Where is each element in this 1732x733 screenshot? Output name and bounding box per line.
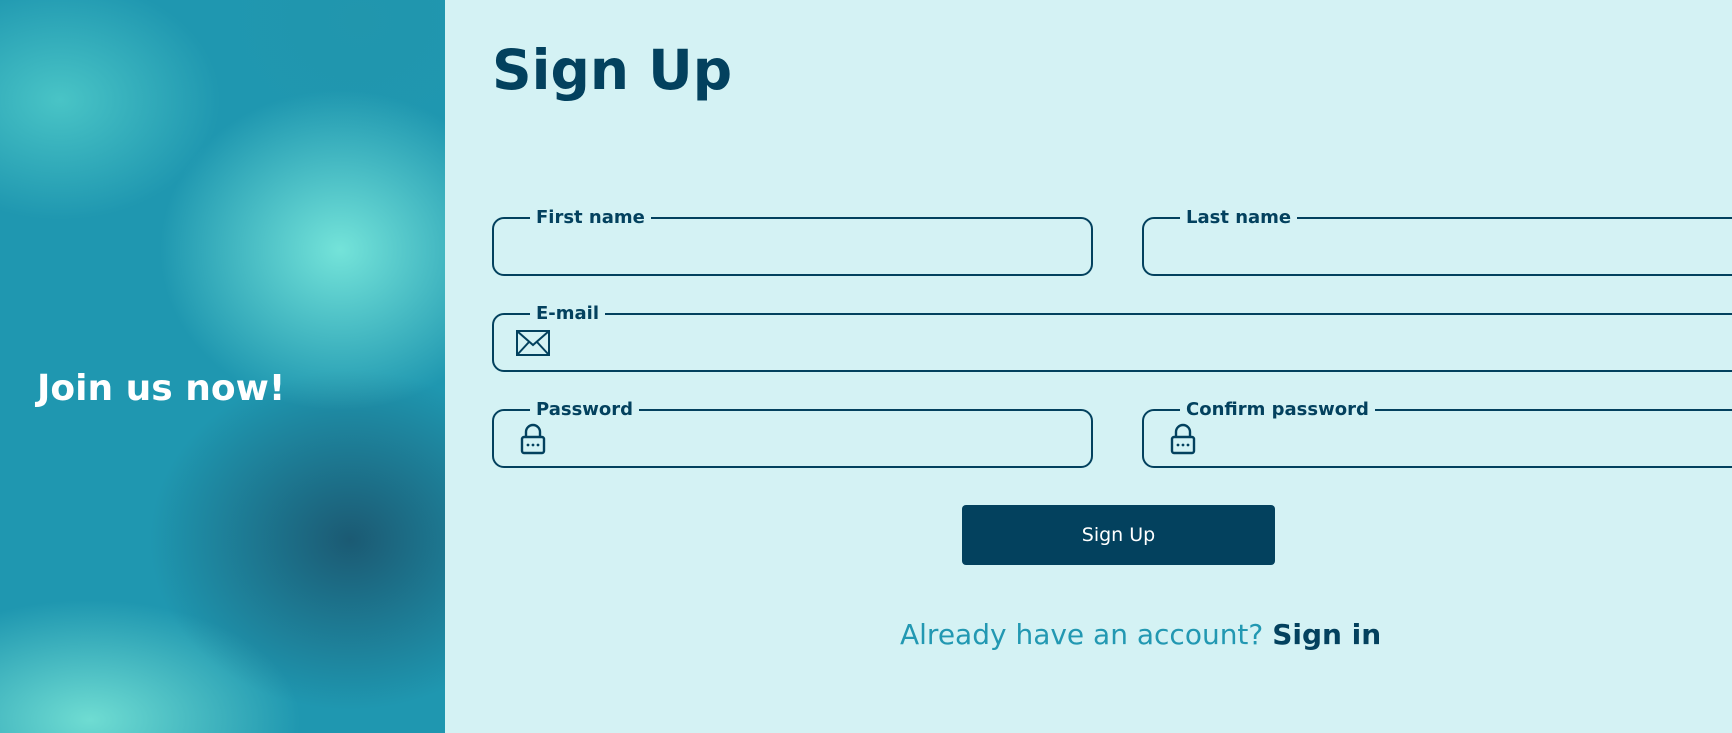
confirm-password-label: Confirm password [1180, 398, 1375, 422]
first-name-label: First name [530, 206, 651, 230]
signin-row: Already have an account? Sign in [900, 618, 1381, 651]
email-label: E-mail [530, 302, 606, 326]
confirm-password-input[interactable] [1204, 423, 1732, 455]
email-field[interactable]: E-mail [492, 302, 1732, 372]
signin-prompt: Already have an account? [900, 618, 1264, 651]
password-input[interactable] [554, 423, 1077, 455]
confirm-password-field[interactable]: Confirm password [1142, 398, 1732, 468]
hero-headline: Join us now! [37, 368, 286, 409]
password-field[interactable]: Password [492, 398, 1093, 468]
sign-up-button[interactable]: Sign Up [962, 505, 1275, 565]
last-name-field[interactable]: Last name [1142, 206, 1732, 276]
first-name-field[interactable]: First name [492, 206, 1093, 276]
hero-panel: Join us now! [0, 0, 445, 733]
page-title: Sign Up [492, 38, 733, 102]
password-label: Password [530, 398, 640, 422]
first-name-input[interactable] [514, 231, 1077, 263]
lock-icon [1164, 422, 1200, 456]
last-name-input[interactable] [1164, 231, 1732, 263]
email-input[interactable] [554, 327, 1732, 359]
envelope-icon [514, 326, 550, 360]
lock-icon [514, 422, 550, 456]
sign-in-link[interactable]: Sign in [1272, 618, 1381, 651]
last-name-label: Last name [1180, 206, 1298, 230]
